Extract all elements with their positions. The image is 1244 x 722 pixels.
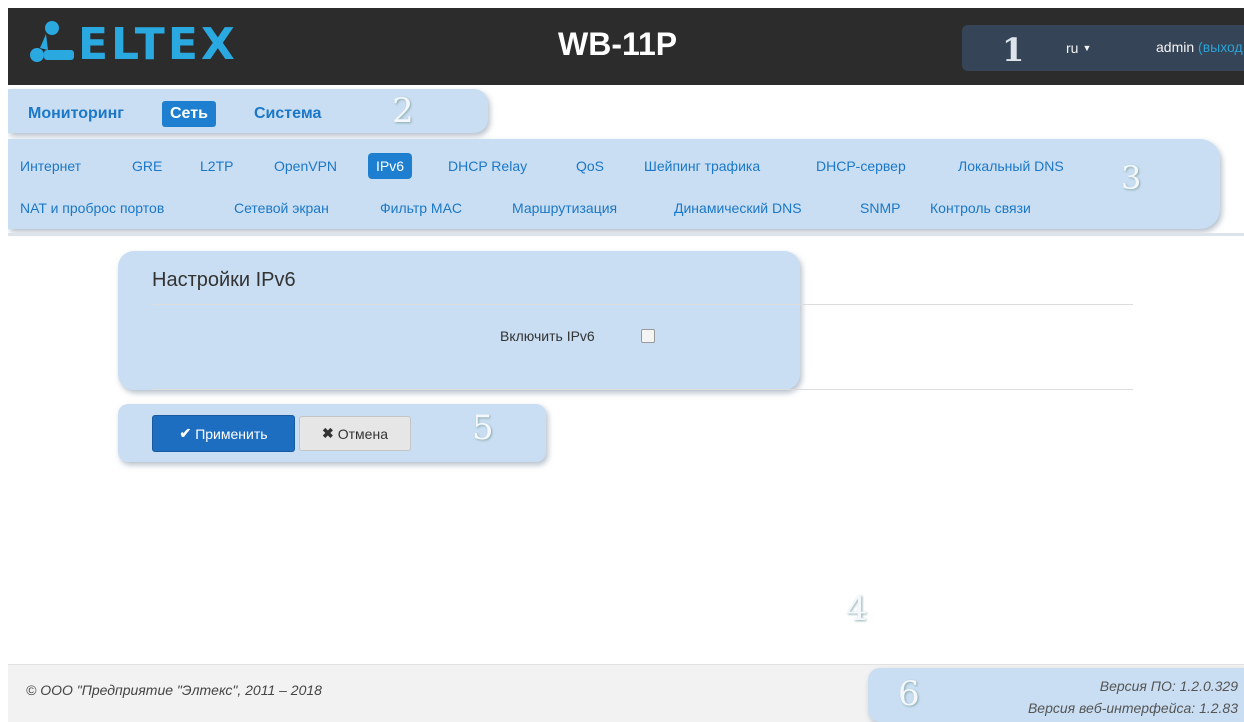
language-value: ru bbox=[1066, 40, 1079, 56]
tab-snmp[interactable]: SNMP bbox=[852, 195, 908, 221]
app-window: ELTEX WB-11P 1 ru ▼ admin (выход Монитори… bbox=[8, 8, 1244, 722]
tab-nat[interactable]: NAT и проброс портов bbox=[12, 195, 172, 221]
tab-l2tp[interactable]: L2TP bbox=[192, 153, 241, 179]
tab-qos[interactable]: QoS bbox=[568, 153, 612, 179]
apply-button[interactable]: ✔ Применить bbox=[152, 415, 295, 452]
copyright-text: © ООО "Предприятие "Элтекс", 2011 – 2018 bbox=[26, 682, 322, 698]
checkmark-icon: ✔ bbox=[179, 425, 192, 441]
version-info: 6 Версия ПО: 1.2.0.329 Версия веб-интерф… bbox=[868, 668, 1244, 722]
username: admin bbox=[1156, 39, 1195, 55]
callout-number-3: 3 bbox=[1121, 159, 1142, 197]
tab-routing[interactable]: Маршрутизация bbox=[504, 195, 625, 221]
tab-dhcp-relay[interactable]: DHCP Relay bbox=[440, 153, 535, 179]
callout-number-4: 4 bbox=[846, 589, 868, 629]
tab-ipv6[interactable]: IPv6 bbox=[368, 153, 413, 179]
tab-dynamic-dns[interactable]: Динамический DNS bbox=[666, 195, 810, 221]
form-divider bbox=[152, 389, 1133, 390]
tab-dhcp-server[interactable]: DHCP-сервер bbox=[808, 153, 914, 179]
device-title: WB-11P bbox=[558, 26, 678, 62]
cancel-button[interactable]: ✖ Отмена bbox=[299, 416, 411, 451]
settings-title: Настройки IPv6 bbox=[152, 269, 296, 291]
tab-gre[interactable]: GRE bbox=[124, 153, 170, 179]
web-interface-version: Версия веб-интерфейса: 1.2.83 bbox=[1027, 700, 1238, 716]
tab-link-control[interactable]: Контроль связи bbox=[922, 195, 1039, 221]
user-menu-area: 1 ru ▼ admin (выход bbox=[962, 25, 1244, 71]
secondary-nav: Интернет GRE L2TP OpenVPN IPv6 DHCP Rela… bbox=[8, 139, 1220, 229]
title-divider bbox=[152, 304, 1133, 305]
callout-number-2: 2 bbox=[392, 91, 414, 131]
language-dropdown[interactable]: ru ▼ bbox=[1066, 40, 1091, 56]
tab-system[interactable]: Система bbox=[246, 101, 329, 127]
tab-local-dns[interactable]: Локальный DNS bbox=[950, 153, 1072, 179]
eltex-logo: ELTEX bbox=[30, 20, 238, 69]
callout-number-1: 1 bbox=[1002, 31, 1025, 69]
tab-network[interactable]: Сеть bbox=[162, 101, 216, 127]
cancel-label: Отмена bbox=[337, 425, 388, 442]
callout-number-5: 5 bbox=[472, 408, 494, 448]
enable-ipv6-label: Включить IPv6 bbox=[500, 328, 595, 344]
close-icon: ✖ bbox=[322, 425, 334, 441]
apply-label: Применить bbox=[195, 425, 268, 442]
tab-mac-filter[interactable]: Фильтр MAC bbox=[372, 195, 470, 221]
primary-nav: Мониторинг Сеть Система 2 bbox=[8, 89, 488, 133]
tab-monitoring[interactable]: Мониторинг bbox=[20, 101, 132, 127]
logout-link[interactable]: (выход bbox=[1198, 39, 1243, 55]
caret-down-icon: ▼ bbox=[1082, 43, 1092, 53]
tab-firewall[interactable]: Сетевой экран bbox=[226, 195, 337, 221]
nav-divider bbox=[8, 233, 1244, 236]
top-header: ELTEX WB-11P 1 ru ▼ admin (выход bbox=[8, 8, 1244, 85]
enable-ipv6-checkbox[interactable] bbox=[641, 329, 655, 343]
eltex-logo-icon bbox=[30, 20, 74, 69]
user-info: admin (выход bbox=[1156, 39, 1243, 55]
callout-number-6: 6 bbox=[898, 674, 920, 714]
tab-internet[interactable]: Интернет bbox=[12, 153, 89, 179]
tab-shaping[interactable]: Шейпинг трафика bbox=[636, 153, 768, 179]
tab-openvpn[interactable]: OpenVPN bbox=[266, 153, 345, 179]
logo-text: ELTEX bbox=[78, 18, 238, 70]
firmware-version: Версия ПО: 1.2.0.329 bbox=[1099, 678, 1238, 694]
